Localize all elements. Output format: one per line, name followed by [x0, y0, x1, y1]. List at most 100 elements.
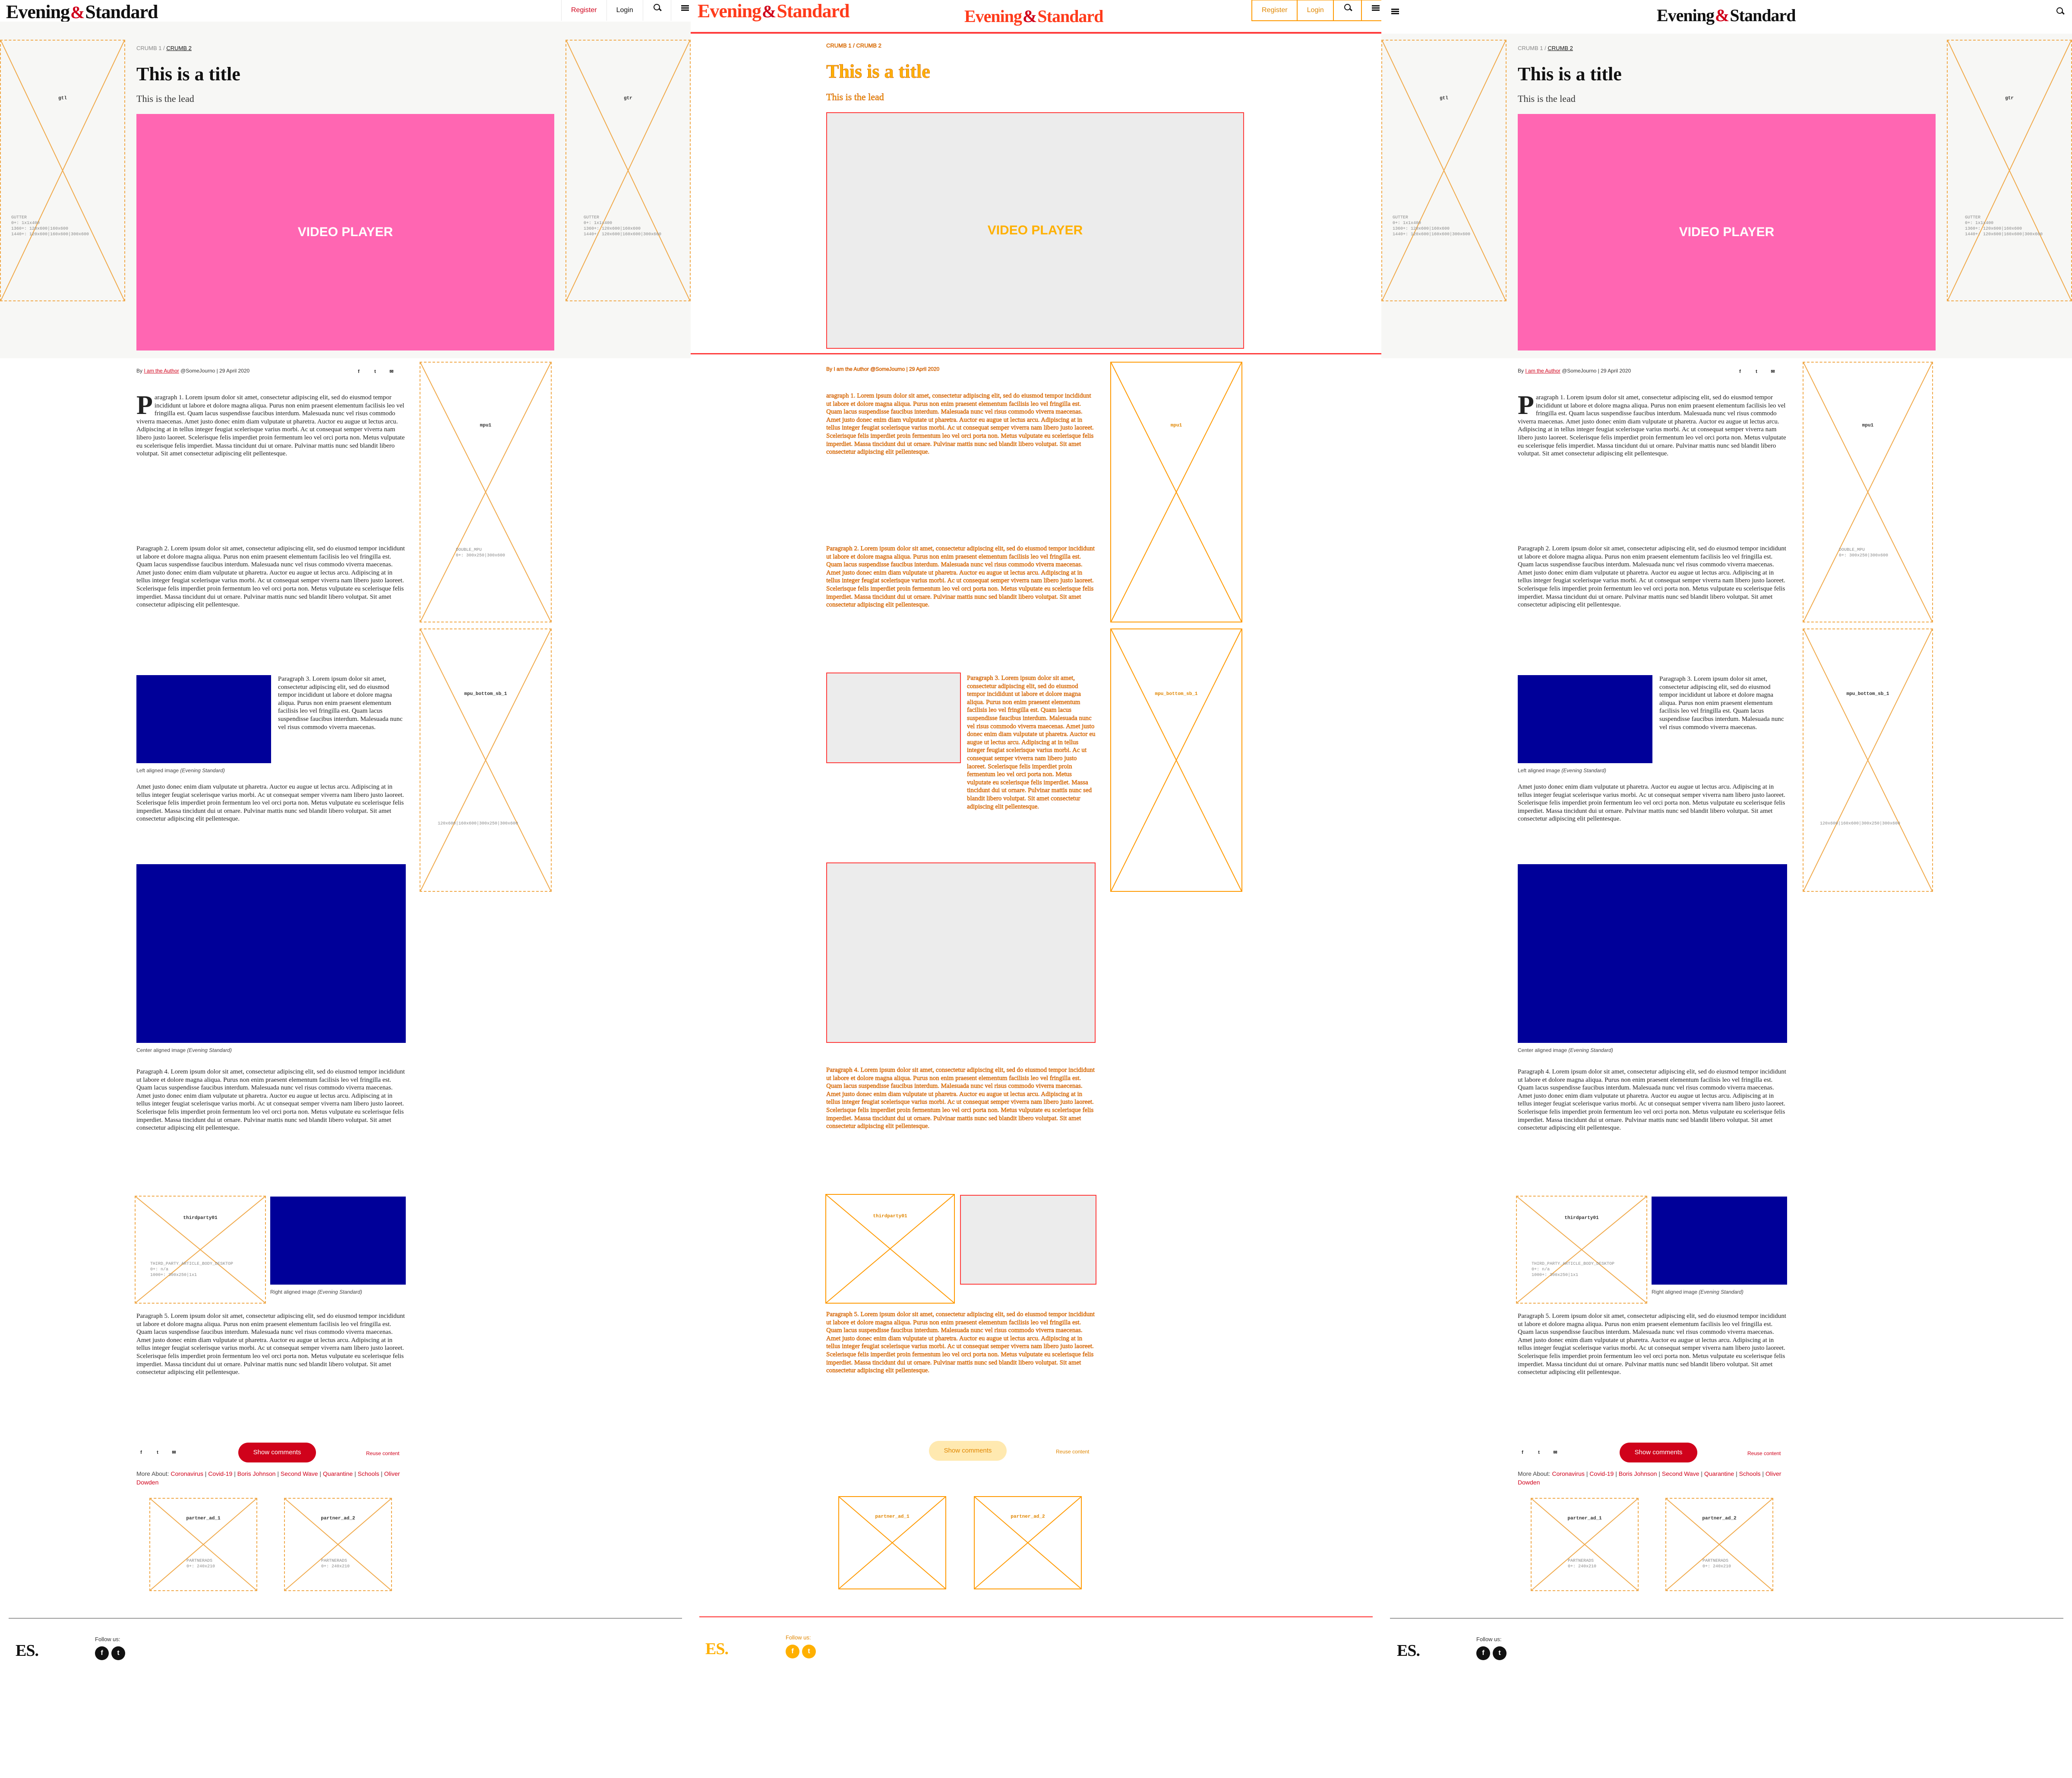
email-share-icon[interactable]: ✉: [169, 1448, 179, 1457]
ad-name: gtr: [2005, 96, 2014, 101]
breadcrumb-item[interactable]: CRUMB 2: [856, 42, 881, 49]
twitter-share-icon[interactable]: t: [1752, 367, 1761, 376]
site-logo[interactable]: Evening&Standard: [698, 0, 850, 22]
tag-link[interactable]: Quarantine: [323, 1470, 353, 1477]
reuse-content-link[interactable]: Reuse content: [366, 1450, 399, 1456]
email-share-icon[interactable]: ✉: [1551, 1448, 1560, 1457]
ad-slot-gtr: gtr GUTTER 0+: 1x1x400 1360+: 120x600|16…: [565, 40, 691, 301]
ad-cross-icon: [150, 1499, 256, 1590]
ad-slot-gtr: gtr GUTTER 0+: 1x1x400 1360+: 120x600|16…: [1947, 40, 2072, 301]
video-player-label: VIDEO PLAYER: [1679, 225, 1775, 239]
author-link[interactable]: I am the Author: [1525, 368, 1560, 374]
breadcrumb-item[interactable]: CRUMB 2: [166, 45, 192, 51]
ad-cross-icon: [1111, 629, 1241, 891]
register-link[interactable]: Register: [561, 0, 606, 21]
ad-slot-mpu1: mpu1 DOUBLE_MPU 0+: 300x250|300x600: [420, 362, 552, 622]
search-button[interactable]: [2056, 7, 2064, 18]
show-comments-button[interactable]: Show comments: [1620, 1443, 1697, 1462]
facebook-share-icon[interactable]: f: [1735, 367, 1745, 376]
twitter-icon[interactable]: t: [1493, 1646, 1507, 1660]
site-logo-centered[interactable]: Evening&Standard: [964, 6, 1103, 26]
tag-link[interactable]: Covid-19: [208, 1470, 232, 1477]
video-player-label: VIDEO PLAYER: [987, 223, 1083, 237]
tag-link[interactable]: Schools: [358, 1470, 379, 1477]
more-about-label: More About:: [136, 1470, 169, 1477]
ad-slot-mpu1: mpu1 DOUBLE_MPU 0+: 300x250|300x600: [1803, 362, 1933, 622]
author-link[interactable]: I am the Author: [834, 366, 869, 373]
tag-link[interactable]: Covid-19: [1589, 1470, 1614, 1477]
breadcrumb-item[interactable]: CRUMB 2: [1548, 45, 1573, 51]
caption-text: Right aligned image: [1652, 1289, 1698, 1295]
register-link[interactable]: Register: [1251, 0, 1298, 21]
paragraph-4: Paragraph 4. Lorem ipsum dolor sit amet,…: [1518, 1068, 1786, 1132]
tag-link[interactable]: Boris Johnson: [237, 1470, 276, 1477]
twitter-share-icon[interactable]: t: [1534, 1448, 1544, 1457]
ad-name: mpu_bottom_sb_1: [1155, 692, 1198, 697]
tag-link[interactable]: Second Wave: [281, 1470, 318, 1477]
breadcrumb-item[interactable]: CRUMB 1: [136, 45, 162, 51]
logo-text-evening: Evening: [698, 0, 761, 22]
ad-info: DOUBLE_MPU 0+: 300x250|300x600: [1839, 548, 1889, 558]
twitter-share-icon[interactable]: t: [153, 1448, 162, 1457]
menu-button[interactable]: [670, 0, 691, 21]
email-share-icon[interactable]: ✉: [1768, 367, 1778, 376]
caption-credit: (Evening Standard): [317, 1289, 362, 1295]
ad-info: THIRD_PARTY_ARTICLE_BODY_DESKTOP 0+: n/a…: [1532, 1262, 1615, 1278]
search-button[interactable]: [1333, 0, 1362, 21]
login-link[interactable]: Login: [606, 0, 643, 21]
facebook-icon[interactable]: f: [95, 1646, 109, 1660]
facebook-share-icon[interactable]: f: [354, 367, 363, 376]
share-bar: f t ✉: [354, 367, 396, 376]
breadcrumb-item[interactable]: CRUMB 1: [1518, 45, 1543, 51]
ad-cross-icon: [975, 1497, 1081, 1589]
tag-link[interactable]: Schools: [1739, 1470, 1761, 1477]
ad-cross-icon: [1804, 629, 1932, 891]
facebook-share-icon[interactable]: f: [136, 1448, 146, 1457]
site-logo[interactable]: Evening&Standard: [1657, 5, 1796, 25]
menu-button[interactable]: [1391, 7, 1399, 18]
footer-logo[interactable]: ES.: [705, 1639, 729, 1658]
video-player[interactable]: VIDEO PLAYER: [136, 114, 554, 351]
show-comments-button[interactable]: Show comments: [238, 1443, 316, 1462]
tag-link[interactable]: Quarantine: [1704, 1470, 1734, 1477]
ad-name: mpu_bottom_sb_1: [1846, 692, 1889, 697]
menu-button[interactable]: [1361, 0, 1381, 21]
login-link[interactable]: Login: [1296, 0, 1334, 21]
ad-info: GUTTER 0+: 1x1x400 1360+: 120x600|160x60…: [1393, 215, 1471, 237]
right-aligned-image: [270, 1197, 406, 1285]
paragraph-4: Paragraph 4. Lorem ipsum dolor sit amet,…: [826, 1067, 1095, 1130]
facebook-icon[interactable]: f: [1476, 1646, 1490, 1660]
author-handle: @SomeJourno: [180, 368, 215, 374]
ad-cross-icon: [826, 1195, 954, 1303]
ad-name: partner_ad_2: [1702, 1516, 1737, 1521]
article-lead: This is the lead: [136, 93, 194, 104]
ad-cross-icon: [1804, 363, 1932, 622]
search-button[interactable]: [642, 0, 671, 21]
left-aligned-image: [826, 673, 961, 763]
video-player[interactable]: VIDEO PLAYER: [1518, 114, 1936, 351]
facebook-share-icon[interactable]: f: [1518, 1448, 1527, 1457]
paragraph-1: Paragraph 1. Lorem ipsum dolor sit amet,…: [1518, 392, 1787, 458]
author-link[interactable]: I am the Author: [144, 368, 179, 374]
tag-link[interactable]: Second Wave: [1662, 1470, 1699, 1477]
site-logo[interactable]: Evening&Standard: [6, 1, 158, 23]
tag-link[interactable]: Coronavirus: [1552, 1470, 1584, 1477]
tag-link[interactable]: Coronavirus: [171, 1470, 203, 1477]
tag-link[interactable]: Boris Johnson: [1619, 1470, 1657, 1477]
show-comments-button[interactable]: Show comments: [929, 1441, 1007, 1461]
reuse-content-link[interactable]: Reuse content: [1056, 1449, 1089, 1455]
facebook-icon[interactable]: f: [786, 1645, 799, 1658]
video-player[interactable]: VIDEO PLAYER: [826, 112, 1244, 349]
ad-slot-mpu1: mpu1: [1110, 362, 1242, 622]
breadcrumb-item[interactable]: CRUMB 1: [826, 42, 852, 49]
ad-info: PARTNERADS 0+: 240x210: [186, 1559, 215, 1569]
footer-logo[interactable]: ES.: [1397, 1641, 1420, 1660]
publish-date: 29 April 2020: [1601, 368, 1631, 374]
email-share-icon[interactable]: ✉: [387, 367, 396, 376]
twitter-share-icon[interactable]: t: [370, 367, 380, 376]
video-player-label: VIDEO PLAYER: [297, 225, 393, 239]
twitter-icon[interactable]: t: [111, 1646, 125, 1660]
reuse-content-link[interactable]: Reuse content: [1747, 1450, 1781, 1456]
footer-logo[interactable]: ES.: [16, 1641, 39, 1660]
twitter-icon[interactable]: t: [802, 1645, 816, 1658]
